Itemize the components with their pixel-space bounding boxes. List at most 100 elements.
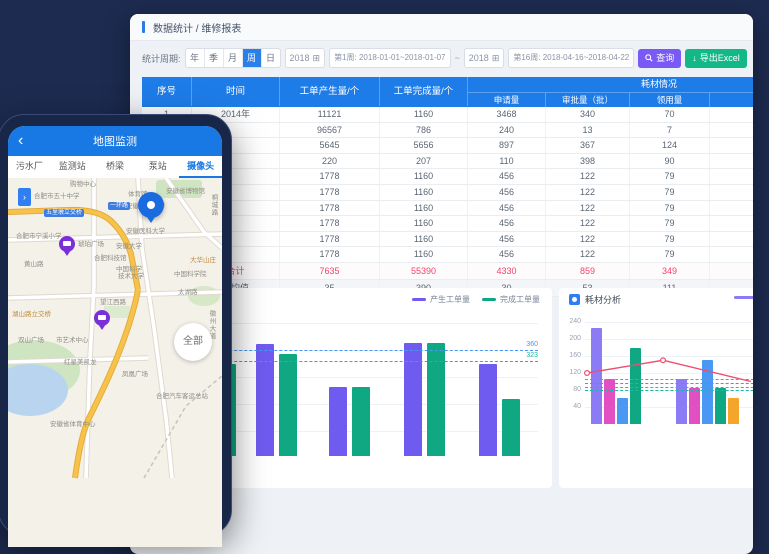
- query-button[interactable]: 查询: [638, 49, 681, 68]
- week-range-from-input[interactable]: 第1周: 2018-01-01~2018-01-07: [329, 48, 450, 68]
- y-axis-tick-label: 40: [561, 403, 581, 410]
- phone-mockup: ‹ 地图监测 污水厂监测站桥梁泵站摄像头: [0, 114, 232, 536]
- table-subheader-cell: 审批量（批）: [546, 93, 630, 107]
- table-subheader-cell: 入库量: [710, 93, 753, 107]
- period-segment-周[interactable]: 周: [243, 49, 262, 67]
- table-subheader-row: 申请量审批量（批）领用量入库量: [468, 93, 753, 107]
- table-cell: 335: [710, 263, 753, 279]
- legend-label: 产生工单量: [430, 294, 470, 305]
- map-label: 技术大学: [118, 270, 144, 280]
- table-cell: 67: [710, 185, 753, 200]
- map-label: 桐城路: [208, 194, 218, 217]
- breadcrumb-text: 数据统计 / 维修报表: [153, 20, 241, 35]
- search-icon: [645, 54, 653, 62]
- phone-tab-桥梁[interactable]: 桥梁: [94, 156, 137, 178]
- y-axis-tick-label: 160: [561, 352, 581, 359]
- period-segment-月[interactable]: 月: [224, 49, 243, 67]
- camera-pin-icon[interactable]: [59, 236, 75, 252]
- table-cell: 1160: [380, 107, 468, 122]
- table-cell: 456: [468, 185, 546, 200]
- table-cell: 349: [630, 263, 710, 279]
- period-segment-日[interactable]: 日: [262, 49, 280, 67]
- camera-pin-icon[interactable]: [94, 310, 110, 326]
- table-row: 6177811604561227967: [142, 185, 753, 201]
- table-cell: 79: [630, 216, 710, 231]
- phone-page-title: 地图监测: [93, 133, 137, 149]
- table-cell: 79: [630, 232, 710, 247]
- bar-generated: [479, 364, 497, 456]
- period-segment-季[interactable]: 季: [205, 49, 224, 67]
- map-label: 太湖路: [178, 286, 198, 296]
- table-cell: 1778: [280, 169, 380, 184]
- map-label: 大华山庄: [190, 254, 216, 264]
- consumable-bar: [617, 398, 628, 424]
- table-cell: 67: [710, 232, 753, 247]
- map-label: 合肥汽车客运总站: [156, 390, 208, 400]
- map-expand-button[interactable]: ›: [18, 188, 31, 206]
- table-cell: 456: [468, 232, 546, 247]
- back-chevron-icon[interactable]: ‹: [18, 126, 23, 156]
- phone-tab-污水厂[interactable]: 污水厂: [8, 156, 51, 178]
- phone-tab-泵站[interactable]: 泵站: [136, 156, 179, 178]
- charts-row: 产生工单量完成工单量 360323 耗材分析 2402001601208040: [142, 288, 753, 488]
- table-row: 12014年111211160346834070250: [142, 107, 753, 123]
- consumable-bar: [689, 388, 700, 424]
- table-cell: 122: [546, 185, 630, 200]
- table-cell: 4330: [468, 263, 546, 279]
- table-cell: 122: [546, 232, 630, 247]
- table-cell: 67: [710, 216, 753, 231]
- table-header-cell: 时间: [192, 77, 280, 106]
- period-segments: 年季月周日: [185, 48, 281, 68]
- export-label: 导出Excel: [700, 49, 740, 68]
- bar-generated: [329, 387, 347, 456]
- map-all-button[interactable]: 全部: [174, 323, 212, 361]
- calendar-icon: ⊞: [492, 49, 500, 67]
- table-row: 10177811604561227967: [142, 247, 753, 263]
- table-cell: 79: [630, 247, 710, 262]
- table-cell: 79: [630, 169, 710, 184]
- table-cell: 1160: [380, 232, 468, 247]
- map-label: 市艺术中心: [56, 334, 89, 344]
- legend-item-完成工单量[interactable]: 完成工单量: [482, 294, 540, 305]
- table-header: 序号时间工单产生量/个工单完成量/个耗材情况申请量审批量（批）领用量入库量: [142, 77, 753, 107]
- map-label: 安徽大学: [116, 240, 142, 250]
- table-cell: 11121: [280, 107, 380, 122]
- phone-tab-监测站[interactable]: 监测站: [51, 156, 94, 178]
- table-cell: 55390: [380, 263, 468, 279]
- period-segment-年[interactable]: 年: [186, 49, 205, 67]
- table-cell: 79: [630, 185, 710, 200]
- consumables-legend-marker[interactable]: [734, 296, 753, 299]
- table-cell: 690: [710, 123, 753, 138]
- table-cell: 1160: [380, 169, 468, 184]
- phone-tab-摄像头[interactable]: 摄像头: [179, 156, 222, 178]
- table-header-cell: 工单产生量/个: [280, 77, 380, 106]
- export-excel-button[interactable]: ↓ 导出Excel: [685, 49, 747, 68]
- year-from-select[interactable]: 2018 ⊞: [285, 48, 326, 68]
- table-row: 5177811604561227967: [142, 169, 753, 185]
- table-cell: 859: [546, 263, 630, 279]
- table-cell: 5645: [280, 138, 380, 153]
- table-row: 7177811604561227967: [142, 201, 753, 217]
- selected-location-pin-icon[interactable]: [138, 192, 164, 218]
- table-row: 42202071103989019: [142, 154, 753, 170]
- table-cell: 897: [468, 138, 546, 153]
- table-header-cell: 序号: [142, 77, 192, 106]
- chart-gridline: [585, 373, 753, 374]
- year-to-value: 2018: [469, 49, 489, 67]
- map-label: 合肥科技馆: [94, 252, 127, 262]
- map-label: 凤凰广场: [122, 368, 148, 378]
- table-cell: 1778: [280, 232, 380, 247]
- table-cell: 122: [546, 247, 630, 262]
- legend-item-产生工单量[interactable]: 产生工单量: [412, 294, 470, 305]
- y-axis-tick-label: 200: [561, 335, 581, 342]
- table-cell: 3468: [468, 107, 546, 122]
- week-range-to-input[interactable]: 第16周: 2018-04-16~2018-04-22: [508, 48, 634, 68]
- table-header-group: 耗材情况申请量审批量（批）领用量入库量: [468, 77, 753, 107]
- calendar-icon: ⊞: [313, 49, 321, 67]
- map-view[interactable]: › 全部 购物中心合肥市五十中学体育馆安徽农业大学安徽省博物馆桐城路一环路五里墩…: [8, 178, 222, 547]
- consumables-title-text: 耗材分析: [585, 293, 621, 306]
- map-label: 合肥市五十中学: [34, 190, 80, 200]
- year-to-select[interactable]: 2018 ⊞: [464, 48, 505, 68]
- consumables-chart-card: 耗材分析 2402001601208040: [559, 288, 753, 488]
- table-group-header: 耗材情况: [468, 77, 753, 93]
